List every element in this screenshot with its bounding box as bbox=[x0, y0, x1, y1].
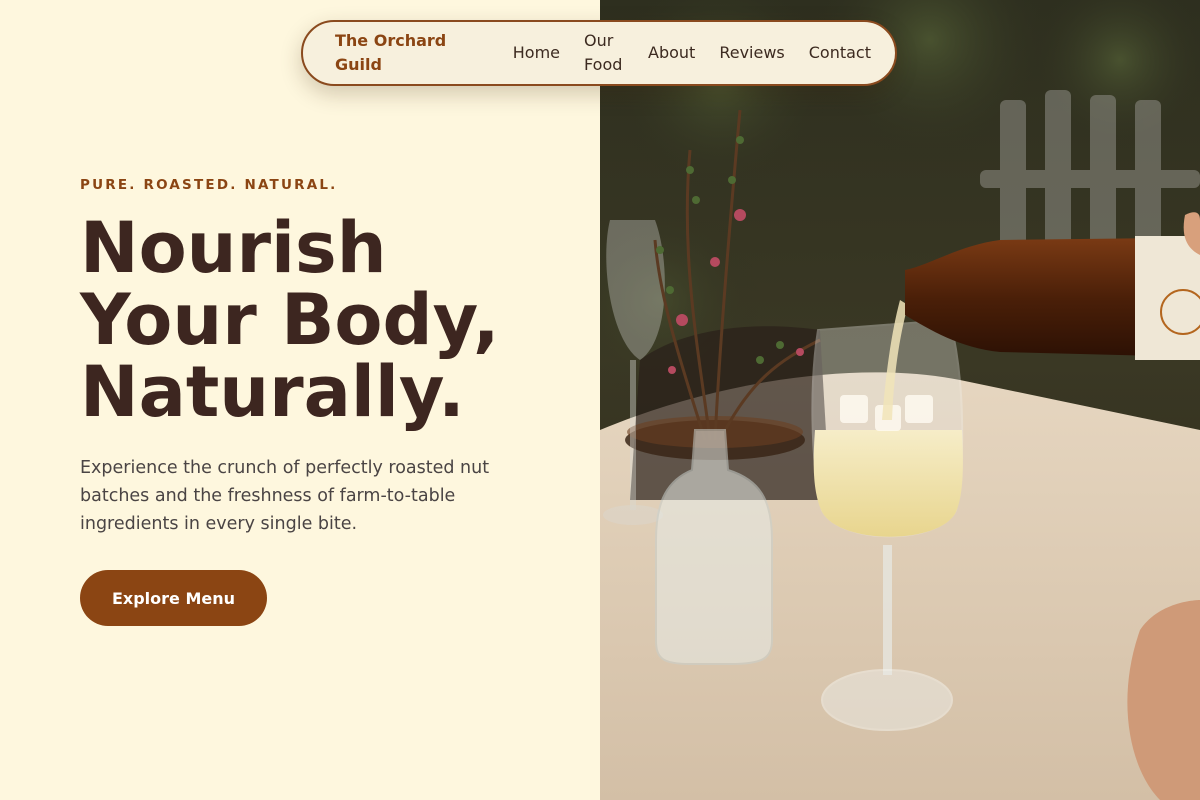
headline-line-3: Naturally. bbox=[80, 351, 465, 433]
headline-line-2: Your Body, bbox=[80, 279, 500, 361]
hero-headline: Nourish Your Body, Naturally. bbox=[80, 212, 499, 428]
hero-photo bbox=[600, 0, 1200, 800]
explore-menu-button[interactable]: Explore Menu bbox=[80, 570, 267, 626]
hero-subtitle: Experience the crunch of perfectly roast… bbox=[80, 458, 490, 534]
brand-logo-text[interactable]: The Orchard Guild bbox=[335, 29, 461, 77]
nav-link-about[interactable]: About bbox=[648, 41, 695, 65]
nav-link-contact[interactable]: Contact bbox=[809, 41, 871, 65]
nav-link-our-food[interactable]: Our Food bbox=[584, 29, 624, 77]
nav-links: Home Our Food About Reviews Contact bbox=[513, 29, 871, 77]
nav-link-reviews[interactable]: Reviews bbox=[719, 41, 784, 65]
headline-line-1: Nourish bbox=[80, 207, 387, 289]
main-navbar: The Orchard Guild Home Our Food About Re… bbox=[301, 20, 897, 86]
nav-link-home[interactable]: Home bbox=[513, 41, 560, 65]
hero-eyebrow: PURE. ROASTED. NATURAL. bbox=[80, 177, 338, 193]
